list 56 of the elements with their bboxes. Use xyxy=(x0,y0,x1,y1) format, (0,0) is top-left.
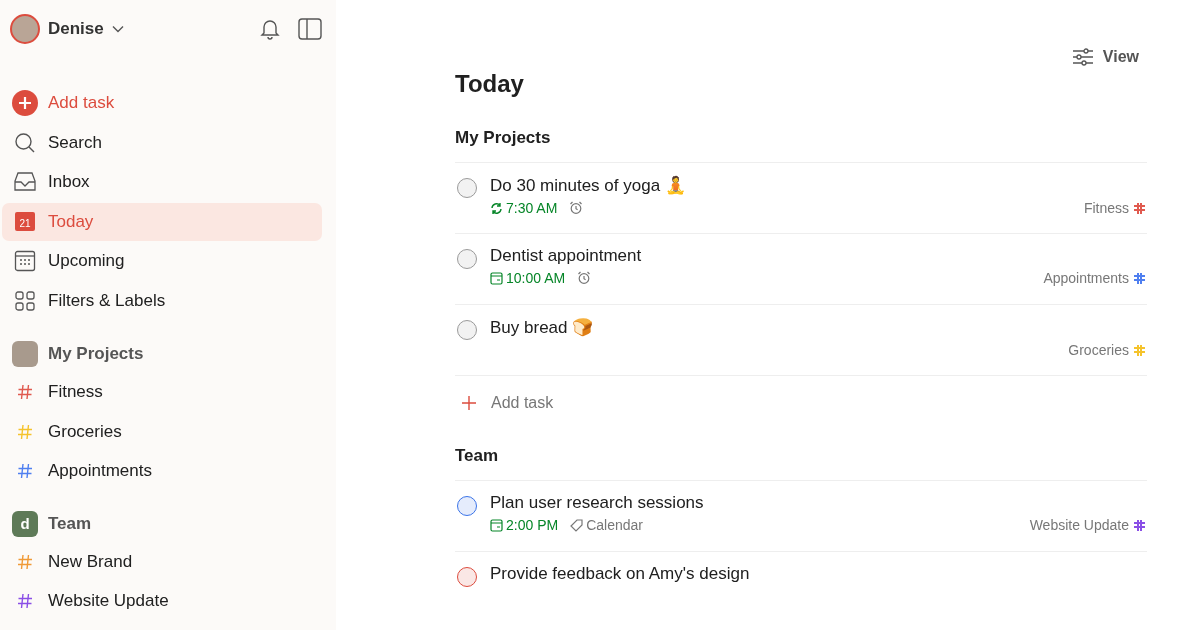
sliders-icon xyxy=(1071,48,1094,66)
calendar-icon: 21 xyxy=(15,212,35,232)
chevron-down-icon xyxy=(111,25,124,33)
calendar-icon xyxy=(490,518,503,532)
task-title[interactable]: Buy bread 🍞 xyxy=(490,317,1147,338)
task-checkbox[interactable] xyxy=(457,496,477,516)
plus-icon xyxy=(12,90,38,117)
project-item[interactable]: Groceries xyxy=(2,412,322,451)
task-title[interactable]: Provide feedback on Amy's design xyxy=(490,564,1147,584)
bell-icon[interactable] xyxy=(260,18,280,40)
project-item[interactable]: Fitness xyxy=(2,373,322,412)
inbox-icon xyxy=(12,171,38,194)
calendar-grid-icon xyxy=(12,250,38,273)
project-group[interactable]: d Team xyxy=(2,504,322,543)
task-title[interactable]: Dentist appointment xyxy=(490,246,1147,266)
task-checkbox[interactable] xyxy=(457,320,477,340)
project-group[interactable]: My Projects xyxy=(2,335,322,373)
nav-item[interactable]: Search xyxy=(2,123,322,162)
alarm-clock-icon xyxy=(569,201,584,215)
plus-icon xyxy=(461,395,477,411)
section-title: Team xyxy=(455,446,500,466)
task-checkbox[interactable] xyxy=(457,249,477,269)
alarm-clock-icon xyxy=(577,271,592,285)
project-item[interactable]: Website Update xyxy=(2,582,322,621)
add-task-button[interactable]: Add task xyxy=(455,375,1147,420)
nav-item[interactable]: Filters & Labels xyxy=(2,281,322,320)
user-menu[interactable]: Denise xyxy=(10,14,124,44)
task-label: Calendar xyxy=(570,517,643,533)
section-title: My Projects xyxy=(455,128,552,148)
repeat-icon xyxy=(490,201,503,215)
task-project[interactable]: Fitness xyxy=(1083,200,1129,216)
project-item[interactable]: New Brand xyxy=(2,542,322,581)
task-checkbox[interactable] xyxy=(457,178,477,198)
avatar-icon xyxy=(10,14,40,44)
task-project[interactable]: Groceries xyxy=(1068,342,1129,358)
view-button[interactable]: View xyxy=(1063,44,1147,70)
due-time: 10:00 AM xyxy=(490,270,566,286)
due-time: 7:30 AM xyxy=(490,200,558,216)
page-title: Today xyxy=(455,70,525,98)
nav-item[interactable]: Add task xyxy=(2,84,322,123)
calendar-icon xyxy=(490,271,503,285)
due-time: 2:00 PM xyxy=(490,517,559,533)
nav-item[interactable]: Inbox xyxy=(2,163,322,202)
task-project[interactable]: Website Update xyxy=(1029,517,1129,533)
task-checkbox[interactable] xyxy=(457,567,477,587)
nav-item[interactable]: Upcoming xyxy=(2,242,322,281)
avatar-icon xyxy=(12,341,38,367)
task-title[interactable]: Plan user research sessions xyxy=(490,493,1147,513)
team-logo: d xyxy=(12,510,38,537)
nav-item[interactable]: 21 Today xyxy=(2,202,322,241)
project-item[interactable]: Appointments xyxy=(2,452,322,491)
tag-icon xyxy=(570,518,584,532)
sidebar-toggle-icon[interactable] xyxy=(298,18,322,40)
task-project[interactable]: Appointments xyxy=(1043,270,1129,286)
task-title[interactable]: Do 30 minutes of yoga 🧘 xyxy=(490,175,1147,196)
grid-icon xyxy=(12,289,38,312)
